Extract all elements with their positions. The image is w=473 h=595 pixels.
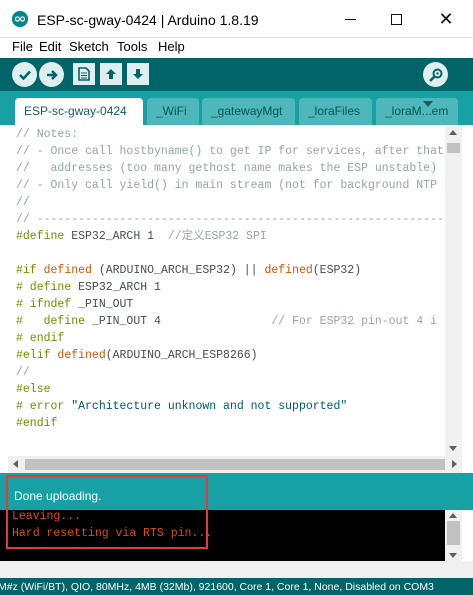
window-title: ESP-sc-gway-0424 | Arduino 1.8.19 bbox=[37, 12, 259, 28]
tab-wifi[interactable]: _WiFi bbox=[147, 98, 199, 125]
code-line: # endif bbox=[16, 332, 65, 345]
console-bottom-pad bbox=[0, 561, 473, 578]
scrollbar-thumb[interactable] bbox=[447, 521, 460, 545]
new-file-icon bbox=[78, 67, 90, 81]
toolbar bbox=[0, 58, 473, 91]
board-info: M#z (WiFi/BT), QIO, 80MHz, 4MB (32Mb), 9… bbox=[0, 581, 434, 593]
code-line: # define _PIN_OUT 4 // For ESP32 pin-out… bbox=[16, 315, 437, 328]
scroll-right-icon[interactable] bbox=[452, 460, 457, 468]
magnifier-icon bbox=[428, 68, 442, 82]
tab-loramodem[interactable]: _loraM...em bbox=[376, 98, 458, 125]
editor-horizontal-scrollbar[interactable] bbox=[8, 456, 462, 473]
code-line: #elif defined(ARDUINO_ARCH_ESP8266) bbox=[16, 349, 258, 362]
code-line: #define ESP32_ARCH 1 //定义ESP32 SPI bbox=[16, 230, 267, 243]
new-button[interactable] bbox=[73, 63, 95, 85]
scroll-down-icon[interactable] bbox=[449, 446, 457, 451]
code-line: // bbox=[16, 366, 30, 379]
code-line: // - Once call hostbyname() to get IP fo… bbox=[16, 145, 444, 158]
code-line: // -------------------------------------… bbox=[16, 213, 445, 226]
arrow-down-icon bbox=[133, 69, 143, 79]
editor-right-gutter bbox=[462, 125, 473, 473]
title-bar: ESP-sc-gway-0424 | Arduino 1.8.19 ✕ bbox=[0, 0, 473, 38]
menu-edit[interactable]: Edit bbox=[39, 39, 61, 54]
code-line: # define ESP32_ARCH 1 bbox=[16, 281, 161, 294]
tab-lorafiles[interactable]: _loraFiles bbox=[299, 98, 372, 125]
menu-help[interactable]: Help bbox=[158, 39, 185, 54]
tab-gatewaymgt[interactable]: _gatewayMgt bbox=[202, 98, 295, 125]
minimize-button[interactable] bbox=[327, 0, 373, 38]
code-line: #endif bbox=[16, 417, 58, 430]
verify-button[interactable] bbox=[12, 62, 37, 87]
scrollbar-thumb[interactable] bbox=[447, 143, 460, 153]
upload-button[interactable] bbox=[39, 62, 64, 87]
maximize-icon bbox=[390, 13, 402, 25]
code-line: # ifndef _PIN_OUT bbox=[16, 298, 134, 311]
scroll-up-icon[interactable] bbox=[449, 513, 457, 518]
scrollbar-thumb[interactable] bbox=[25, 459, 445, 470]
arrow-up-icon bbox=[106, 69, 116, 79]
code-line: // bbox=[16, 196, 30, 209]
scroll-down-icon[interactable] bbox=[449, 553, 457, 558]
editor-left-gutter bbox=[0, 125, 8, 473]
tab-menu-icon[interactable] bbox=[423, 101, 433, 107]
close-icon: ✕ bbox=[438, 9, 454, 29]
serial-monitor-button[interactable] bbox=[423, 62, 448, 87]
scroll-left-icon[interactable] bbox=[13, 460, 18, 468]
editor-vertical-scrollbar[interactable] bbox=[445, 125, 462, 456]
close-button[interactable]: ✕ bbox=[419, 0, 473, 38]
tab-bar: ESP-sc-gway-0424 _WiFi _gatewayMgt _lora… bbox=[0, 91, 473, 125]
minimize-icon bbox=[344, 18, 356, 20]
arduino-logo-icon bbox=[12, 11, 28, 27]
tab-esp-sc-gway-0424[interactable]: ESP-sc-gway-0424 bbox=[15, 98, 143, 125]
open-button[interactable] bbox=[100, 63, 122, 85]
save-button[interactable] bbox=[127, 63, 149, 85]
menu-bar: File Edit Sketch Tools Help bbox=[0, 38, 473, 58]
code-line: // Notes: bbox=[16, 128, 79, 141]
scroll-up-icon[interactable] bbox=[449, 130, 457, 135]
board-status-bar: M#z (WiFi/BT), QIO, 80MHz, 4MB (32Mb), 9… bbox=[0, 578, 473, 595]
arrow-right-icon bbox=[46, 69, 58, 80]
menu-sketch[interactable]: Sketch bbox=[69, 39, 109, 54]
code-line: # error "Architecture unknown and not su… bbox=[16, 400, 348, 413]
console-scrollbar[interactable] bbox=[445, 510, 462, 561]
code-line: // addresses (too many gethost name make… bbox=[16, 162, 437, 175]
code-line: #else bbox=[16, 383, 51, 396]
maximize-button[interactable] bbox=[373, 0, 419, 38]
highlight-annotation bbox=[6, 475, 208, 549]
code-editor[interactable]: // Notes: // - Once call hostbyname() to … bbox=[8, 125, 445, 456]
check-icon bbox=[18, 70, 31, 80]
code-line: #if defined (ARDUINO_ARCH_ESP32) || defi… bbox=[16, 264, 362, 277]
console-right-gutter bbox=[462, 510, 473, 561]
menu-tools[interactable]: Tools bbox=[117, 39, 147, 54]
code-line: // - Only call yield() in main stream (n… bbox=[16, 179, 437, 192]
menu-file[interactable]: File bbox=[12, 39, 33, 54]
